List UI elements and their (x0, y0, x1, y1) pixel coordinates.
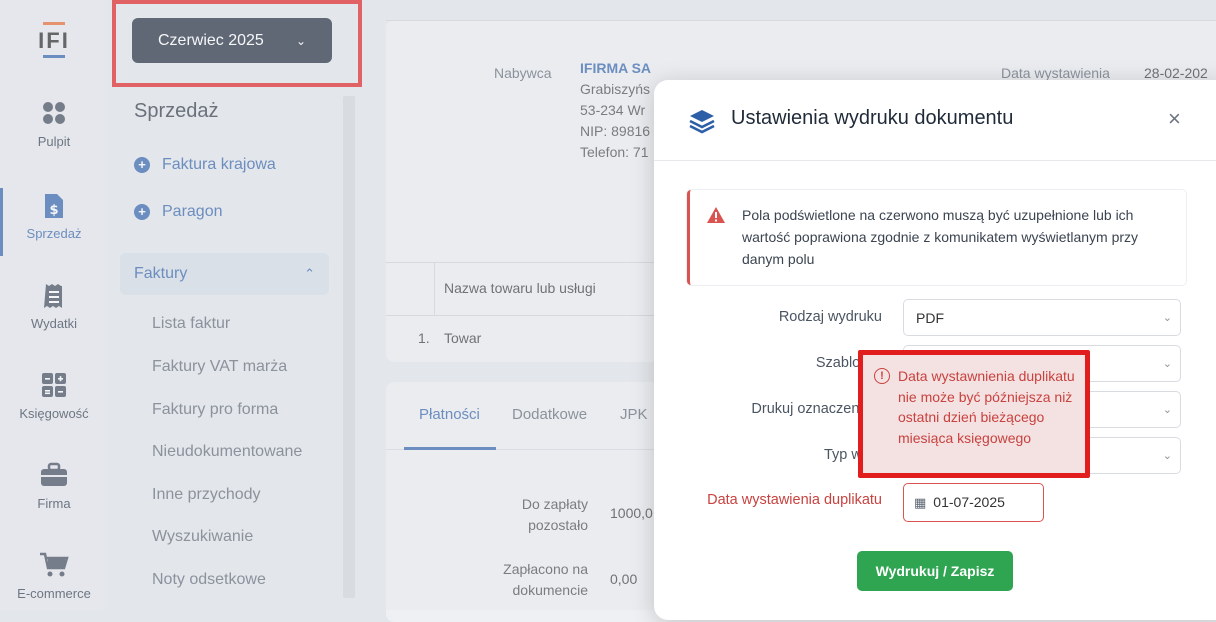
action-paragon[interactable]: + Paragon (134, 203, 223, 221)
sidebar: Czerwiec 2025 ⌄ Sprzedaż + Faktura krajo… (108, 0, 358, 610)
buyer-line: 53-234 Wr (580, 102, 646, 118)
svg-text:$: $ (49, 203, 58, 218)
print-save-button[interactable]: Wydrukuj / Zapisz (857, 551, 1013, 591)
rail-label: Sprzedaż (26, 226, 82, 241)
to-pay-value: 1000,0 (610, 505, 653, 521)
warning-icon (706, 206, 726, 229)
group-faktury[interactable]: Faktury ⌃ (120, 253, 329, 295)
nav-wyszukiwanie[interactable]: Wyszukiwanie (152, 528, 253, 546)
tab-platnosci[interactable]: Płatności (419, 406, 480, 423)
validation-alert: Pola podświetlone na czerwono muszą być … (687, 190, 1186, 285)
left-rail: IFI Pulpit $ Sprzedaż Wydatki Księgowość… (0, 0, 108, 610)
chevron-down-icon: ⌄ (1162, 358, 1172, 370)
buyer-line: NIP: 89816 (580, 123, 651, 139)
action-label: Faktura krajowa (162, 156, 276, 173)
nav-faktury-pro-forma[interactable]: Faktury pro forma (152, 401, 278, 419)
paid-label-line: dokumencie (512, 582, 589, 598)
plus-circle-icon: + (134, 204, 150, 220)
nav-lista-faktur[interactable]: Lista faktur (152, 315, 230, 333)
calculator-icon (0, 372, 108, 400)
rail-item-ksiegowosc[interactable]: Księgowość (0, 372, 108, 421)
buyer-line: Grabiszyńs (580, 81, 651, 97)
print-type-label: Rodzaj wydruku (778, 309, 882, 325)
action-faktura-krajowa[interactable]: + Faktura krajowa (134, 156, 276, 174)
group-label: Faktury (134, 265, 188, 282)
duplicate-date-value: 01-07-2025 (933, 494, 1005, 510)
chevron-up-icon: ⌃ (304, 266, 315, 281)
section-title: Sprzedaż (134, 100, 219, 122)
to-pay-label: Do zapłaty pozostało (478, 494, 588, 536)
rail-label: Pulpit (37, 134, 71, 149)
rail-label: Firma (37, 496, 71, 511)
chevron-down-icon: ⌄ (1162, 404, 1172, 416)
row-item-name: Towar (444, 330, 482, 346)
modal-header-divider (654, 160, 1216, 161)
close-icon[interactable]: × (1168, 106, 1181, 132)
to-pay-label-line: Do zapłaty (521, 496, 588, 512)
highlight-box-month (112, 0, 362, 87)
issue-date-label: Data wystawienia (1001, 65, 1110, 81)
buyer-details: IFIRMA SA Grabiszyńs 53-234 Wr NIP: 8981… (580, 58, 655, 163)
column-header-name: Nazwa towaru lub usługi (444, 280, 596, 296)
alert-message: Pola podświetlone na czerwono muszą być … (742, 207, 1139, 267)
duplicate-date-label: Data wystawienia duplikatu (707, 492, 882, 508)
to-pay-label-line: pozostało (528, 517, 588, 533)
rail-label: Wydatki (30, 316, 78, 331)
error-tooltip: ! Data wystawnienia duplikatu nie może b… (858, 350, 1090, 478)
receipt-icon (0, 282, 108, 310)
print-type-value: PDF (916, 310, 944, 326)
paid-label-line: Zapłacono na (503, 561, 588, 577)
rail-label: E-commerce (17, 586, 91, 601)
error-circle-icon: ! (874, 368, 890, 384)
rail-item-sprzedaz[interactable]: $ Sprzedaż (0, 192, 108, 241)
nav-faktury-vat-marza[interactable]: Faktury VAT marża (152, 358, 287, 376)
plus-circle-icon: + (134, 157, 150, 173)
chevron-down-icon: ⌄ (1162, 312, 1172, 324)
print-type-select[interactable]: PDF ⌄ (903, 299, 1181, 336)
chevron-down-icon: ⌄ (1162, 450, 1172, 462)
rail-item-firma[interactable]: Firma (0, 462, 108, 511)
rail-item-pulpit[interactable]: Pulpit (0, 100, 108, 149)
active-tab-underline (404, 447, 496, 450)
invoice-dollar-icon: $ (0, 192, 108, 220)
logo-bar-bottom (43, 55, 65, 58)
tab-dodatkowe[interactable]: Dodatkowe (512, 406, 587, 423)
paid-value: 0,00 (610, 571, 638, 587)
ifirma-logo[interactable]: IFI (36, 22, 72, 58)
rail-label: Księgowość (19, 406, 89, 421)
nav-nieudokumentowane[interactable]: Nieudokumentowane (152, 443, 302, 461)
dashboard-icon (0, 100, 108, 128)
top-divider (386, 20, 1216, 21)
nav-noty-odsetkowe[interactable]: Noty odsetkowe (152, 571, 266, 589)
logo-bar-top (43, 22, 65, 25)
buyer-name: IFIRMA SA (580, 60, 652, 76)
rail-item-wydatki[interactable]: Wydatki (0, 282, 108, 331)
buyer-line: Telefon: 71 (580, 144, 649, 160)
briefcase-icon (0, 462, 108, 490)
sidebar-scrollbar[interactable] (343, 96, 355, 598)
column-divider (434, 263, 435, 315)
buyer-label: Nabywca (494, 65, 552, 81)
paid-label: Zapłacono na dokumencie (478, 559, 588, 601)
tab-jpk[interactable]: JPK (620, 406, 648, 423)
action-label: Paragon (162, 203, 223, 220)
nav-inne-przychody[interactable]: Inne przychody (152, 486, 261, 504)
layers-icon (688, 108, 716, 134)
modal-title: Ustawienia wydruku dokumentu (731, 107, 1014, 129)
issue-date-value: 28-02-202 (1144, 65, 1208, 81)
row-index: 1. (418, 330, 430, 346)
logo-text: IFI (38, 28, 70, 53)
cart-icon (0, 552, 108, 580)
calendar-icon: ▦ (914, 495, 927, 510)
duplicate-date-input[interactable]: ▦ 01-07-2025 (903, 483, 1044, 522)
rail-item-ecommerce[interactable]: E-commerce (0, 552, 108, 601)
error-tooltip-text: Data wystawnienia duplikatu nie może być… (898, 368, 1075, 446)
